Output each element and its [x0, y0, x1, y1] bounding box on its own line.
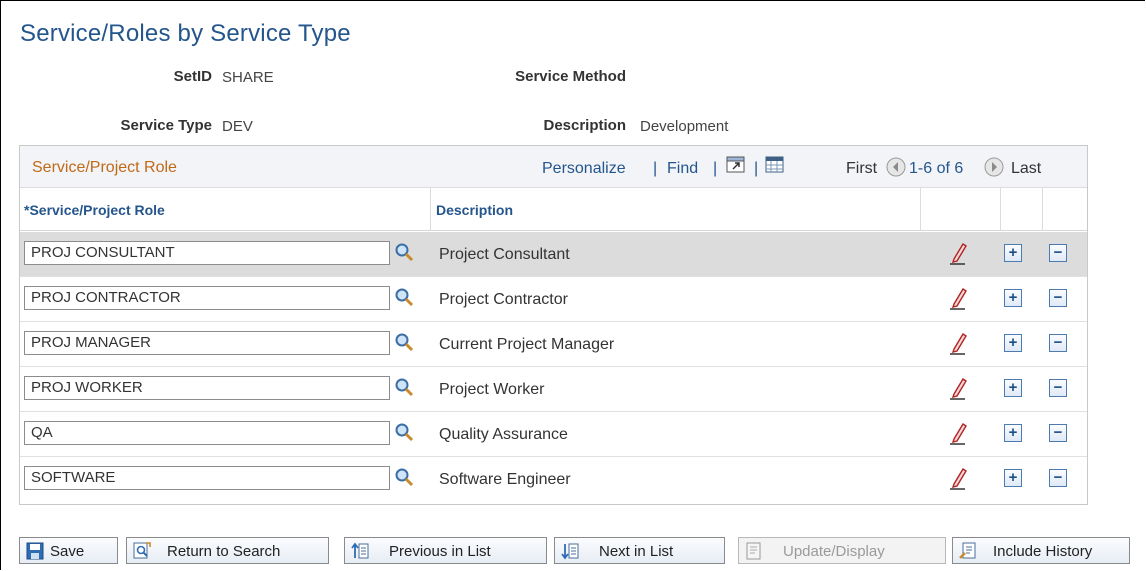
separator: | — [653, 160, 658, 177]
first-label: First — [846, 160, 878, 177]
lookup-icon[interactable] — [394, 377, 416, 399]
include-history-label: Include History — [993, 543, 1093, 560]
role-description: Software Engineer — [439, 471, 571, 488]
role-description: Project Worker — [439, 381, 545, 398]
column-divider — [430, 188, 431, 231]
lookup-icon[interactable] — [394, 422, 416, 444]
add-row-icon[interactable]: + — [1004, 469, 1022, 487]
find-link[interactable]: Find — [667, 160, 698, 178]
return-to-search-button[interactable]: Return to Search — [126, 537, 329, 564]
table-row: QA Quality Assurance + − — [20, 412, 1087, 457]
save-icon — [26, 542, 44, 560]
delete-row-icon[interactable]: − — [1049, 334, 1067, 352]
return-to-search-label: Return to Search — [167, 543, 281, 560]
previous-in-list-label: Previous in List — [389, 543, 491, 560]
service-type-label: Service Type — [120, 117, 212, 134]
last-label: Last — [1011, 160, 1042, 177]
column-header-description[interactable]: Description — [436, 202, 513, 218]
add-row-icon[interactable]: + — [1004, 334, 1022, 352]
update-display-button[interactable]: Update/Display — [738, 537, 946, 564]
role-input[interactable]: PROJ CONTRACTOR — [24, 286, 390, 310]
page-title: Service/Roles by Service Type — [20, 20, 351, 47]
role-input[interactable]: SOFTWARE — [24, 466, 390, 490]
delete-row-icon[interactable]: − — [1049, 379, 1067, 397]
lookup-icon[interactable] — [394, 242, 416, 264]
column-divider — [920, 188, 921, 231]
column-divider — [1042, 188, 1043, 231]
delete-row-icon[interactable]: − — [1049, 469, 1067, 487]
setid-value: SHARE — [222, 69, 274, 86]
role-input[interactable]: PROJ WORKER — [24, 376, 390, 400]
save-label: Save — [50, 543, 85, 560]
zoom-icon[interactable] — [726, 156, 746, 179]
previous-in-list-button[interactable]: Previous in List — [344, 537, 547, 564]
include-history-button[interactable]: Include History — [952, 537, 1130, 564]
nav-prev-icon[interactable] — [886, 157, 906, 182]
personalize-link[interactable]: Personalize — [542, 160, 626, 178]
grid-column-header: *Service/Project Role Description — [20, 188, 1087, 231]
edit-pencil-icon[interactable] — [947, 420, 969, 446]
separator: | — [713, 160, 718, 177]
table-row: PROJ WORKER Project Worker + − — [20, 367, 1087, 412]
lookup-icon[interactable] — [394, 467, 416, 489]
grid-header-bar: Service/Project Role Personalize | Find … — [20, 146, 1087, 188]
lookup-icon[interactable] — [394, 287, 416, 309]
table-row: PROJ MANAGER Current Project Manager + − — [20, 322, 1087, 367]
delete-row-icon[interactable]: − — [1049, 244, 1067, 262]
next-in-list-button[interactable]: Next in List — [554, 537, 725, 564]
save-button[interactable]: Save — [19, 537, 118, 564]
role-description: Quality Assurance — [439, 426, 568, 443]
delete-row-icon[interactable]: − — [1049, 289, 1067, 307]
separator: | — [754, 160, 759, 177]
role-description: Project Consultant — [439, 246, 570, 263]
include-history-icon — [959, 542, 977, 560]
column-divider — [1000, 188, 1001, 231]
description-value: Development — [640, 118, 729, 135]
role-input[interactable]: QA — [24, 421, 390, 445]
service-method-label: Service Method — [515, 68, 626, 85]
grid-title: Service/Project Role — [32, 159, 177, 176]
add-row-icon[interactable]: + — [1004, 244, 1022, 262]
update-display-label: Update/Display — [783, 543, 885, 560]
lookup-icon[interactable] — [394, 332, 416, 354]
add-row-icon[interactable]: + — [1004, 289, 1022, 307]
setid-label: SetID — [173, 68, 212, 85]
role-input[interactable]: PROJ MANAGER — [24, 331, 390, 355]
add-row-icon[interactable]: + — [1004, 379, 1022, 397]
role-description: Project Contractor — [439, 291, 568, 308]
table-row: PROJ CONSULTANT Project Consultant + − — [20, 232, 1087, 277]
edit-pencil-icon[interactable] — [947, 330, 969, 356]
update-display-icon — [745, 542, 763, 560]
next-list-icon — [561, 542, 579, 560]
delete-row-icon[interactable]: − — [1049, 424, 1067, 442]
role-description: Current Project Manager — [439, 336, 615, 353]
role-grid: Service/Project Role Personalize | Find … — [19, 145, 1088, 505]
previous-list-icon — [351, 542, 369, 560]
nav-next-icon[interactable] — [984, 157, 1004, 182]
download-icon[interactable] — [765, 156, 785, 179]
return-search-icon — [133, 542, 151, 560]
description-label: Description — [543, 117, 626, 134]
table-row: SOFTWARE Software Engineer + − — [20, 457, 1087, 501]
role-input[interactable]: PROJ CONSULTANT — [24, 241, 390, 265]
edit-pencil-icon[interactable] — [947, 285, 969, 311]
range-label: 1-6 of 6 — [909, 160, 964, 177]
service-type-value: DEV — [222, 118, 253, 135]
edit-pencil-icon[interactable] — [947, 240, 969, 266]
table-row: PROJ CONTRACTOR Project Contractor + − — [20, 277, 1087, 322]
edit-pencil-icon[interactable] — [947, 465, 969, 491]
edit-pencil-icon[interactable] — [947, 375, 969, 401]
column-header-role[interactable]: *Service/Project Role — [24, 202, 165, 218]
next-in-list-label: Next in List — [599, 543, 674, 560]
add-row-icon[interactable]: + — [1004, 424, 1022, 442]
